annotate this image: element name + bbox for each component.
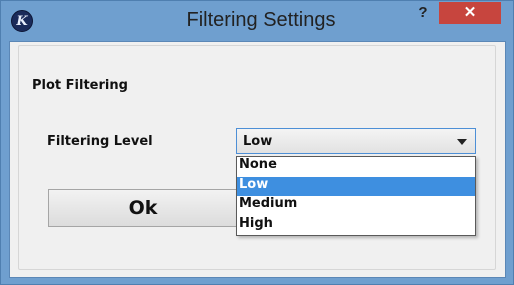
window-title: Filtering Settings bbox=[186, 9, 336, 31]
chevron-down-icon[interactable] bbox=[457, 139, 467, 145]
dropdown-option-medium[interactable]: Medium bbox=[237, 196, 475, 216]
dropdown-option-none[interactable]: None bbox=[237, 157, 475, 177]
group-title: Plot Filtering bbox=[30, 78, 130, 93]
close-button[interactable]: ✕ bbox=[439, 2, 501, 24]
dropdown-option-high[interactable]: High bbox=[237, 216, 475, 236]
title-bar[interactable]: K Filtering Settings ? ✕ bbox=[1, 1, 513, 39]
help-button[interactable]: ? bbox=[409, 3, 437, 25]
dropdown-option-low[interactable]: Low bbox=[237, 176, 475, 196]
filtering-level-dropdown-list: None Low Medium High bbox=[236, 156, 476, 236]
filtering-level-combobox[interactable]: Low bbox=[236, 128, 476, 154]
ok-button[interactable]: Ok bbox=[48, 189, 238, 227]
combobox-selected-value: Low bbox=[243, 134, 273, 149]
filtering-level-label: Filtering Level bbox=[47, 134, 153, 149]
app-logo-icon: K bbox=[11, 10, 33, 32]
